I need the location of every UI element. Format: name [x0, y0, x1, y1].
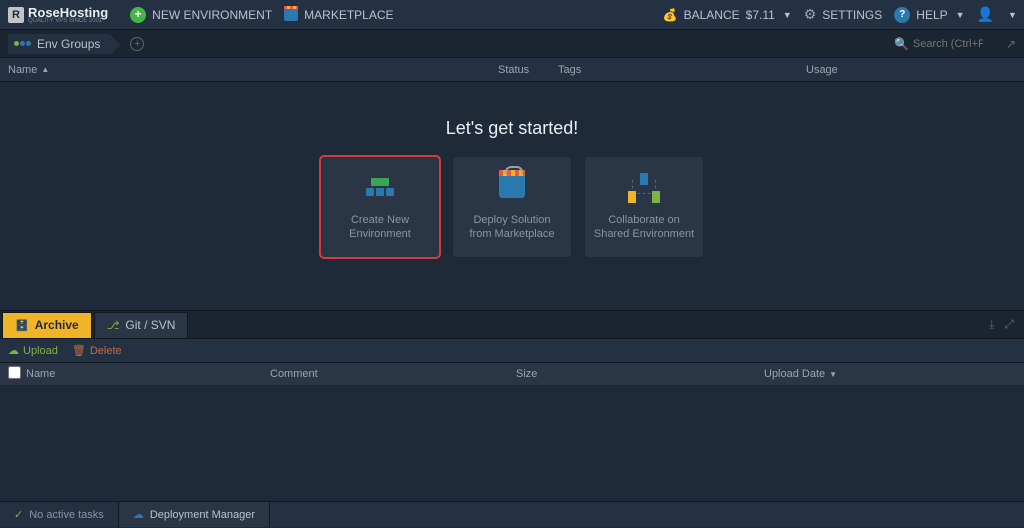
brand-tagline: QUALITY VPS SINCE 2001	[28, 18, 108, 24]
expand-icon[interactable]: ⤢	[1004, 317, 1014, 332]
top-bar: R RoseHosting QUALITY VPS SINCE 2001 + N…	[0, 0, 1024, 30]
popout-icon[interactable]: ↗	[1006, 37, 1016, 51]
column-dep-upload-date[interactable]: Upload Date ▼	[764, 368, 1016, 380]
card-deploy-marketplace[interactable]: Deploy Solutionfrom Marketplace	[453, 157, 571, 257]
marketplace-label: MARKETPLACE	[304, 8, 393, 22]
trash-icon: 🗑	[72, 344, 86, 357]
basket-icon	[496, 173, 528, 201]
money-bag-icon: 💰	[663, 8, 678, 22]
card-collaborate[interactable]: Collaborate onShared Environment	[585, 157, 703, 257]
marketplace-button[interactable]: MARKETPLACE	[284, 8, 393, 22]
settings-label: SETTINGS	[822, 8, 882, 22]
brand-logo: R RoseHosting QUALITY VPS SINCE 2001	[8, 5, 108, 24]
deployment-columns: Name Comment Size Upload Date ▼	[0, 363, 1024, 385]
column-dep-size[interactable]: Size	[516, 368, 764, 380]
upload-button[interactable]: ☁ Upload	[8, 344, 58, 357]
check-icon: ✓	[14, 508, 23, 521]
tab-archive[interactable]: 🗄️ Archive	[2, 312, 92, 338]
welcome-cards: Create NewEnvironment Deploy Solutionfro…	[321, 157, 703, 257]
select-all-checkbox[interactable]	[8, 366, 21, 379]
column-usage[interactable]: Usage	[806, 64, 1016, 76]
sort-asc-icon: ▲	[41, 65, 49, 74]
user-icon: 👤	[977, 6, 994, 23]
welcome-title: Let's get started!	[446, 118, 579, 139]
search-input[interactable]	[913, 38, 983, 50]
settings-button[interactable]: ⚙ SETTINGS	[804, 6, 883, 23]
help-label: HELP	[916, 8, 947, 22]
download-icon[interactable]: ⤓	[989, 317, 994, 332]
chevron-down-icon: ▼	[783, 10, 792, 20]
deployment-manager-tab[interactable]: ☁ Deployment Manager	[119, 502, 270, 527]
deployment-table-body	[0, 385, 1024, 501]
tasks-status[interactable]: ✓ No active tasks	[0, 502, 119, 527]
archive-icon: 🗄️	[15, 319, 29, 332]
tab-git-svn[interactable]: ⎇ Git / SVN	[94, 312, 189, 338]
card-label: Deploy Solutionfrom Marketplace	[470, 213, 555, 241]
column-dep-comment[interactable]: Comment	[270, 368, 516, 380]
search-box[interactable]: 🔍	[894, 37, 994, 51]
card-label: Create NewEnvironment	[349, 213, 411, 241]
deployment-tabs: 🗄️ Archive ⎇ Git / SVN ⤓ ⤢	[0, 311, 1024, 339]
balance-label: BALANCE	[684, 8, 740, 22]
cloud-icon: ☁	[133, 508, 144, 521]
env-groups-icon	[14, 41, 31, 46]
welcome-panel: Let's get started! Create NewEnvironment…	[0, 82, 1024, 310]
delete-button[interactable]: 🗑 Delete	[72, 344, 122, 357]
footer-bar: ✓ No active tasks ☁ Deployment Manager	[0, 501, 1024, 527]
env-columns-header: Name ▲ Status Tags Usage	[0, 58, 1024, 82]
branch-icon: ⎇	[107, 319, 120, 332]
card-create-environment[interactable]: Create NewEnvironment	[321, 157, 439, 257]
help-icon: ?	[894, 7, 910, 23]
deployment-toolbar: ☁ Upload 🗑 Delete	[0, 339, 1024, 363]
gear-icon: ⚙	[804, 6, 817, 23]
column-dep-name[interactable]: Name	[26, 368, 270, 380]
env-groups-label: Env Groups	[37, 37, 100, 51]
new-environment-button[interactable]: + NEW ENVIRONMENT	[130, 7, 272, 23]
column-tags[interactable]: Tags	[558, 64, 806, 76]
plus-circle-icon: +	[130, 7, 146, 23]
extra-menu-button[interactable]: ▼	[1006, 10, 1016, 20]
column-name[interactable]: Name ▲	[8, 64, 498, 76]
card-label: Collaborate onShared Environment	[594, 213, 694, 241]
help-button[interactable]: ? HELP ▼	[894, 7, 964, 23]
env-groups-tab[interactable]: Env Groups	[8, 34, 110, 54]
user-menu-button[interactable]: 👤	[977, 6, 994, 23]
add-env-group-button[interactable]: +	[130, 37, 144, 51]
sort-desc-icon: ▼	[829, 370, 837, 379]
environment-icon	[364, 173, 396, 201]
balance-value: $7.11	[746, 8, 775, 22]
search-icon: 🔍	[894, 37, 909, 51]
column-status[interactable]: Status	[498, 64, 558, 76]
cloud-upload-icon: ☁	[8, 344, 19, 357]
logo-icon: R	[8, 7, 24, 23]
balance-button[interactable]: 💰 BALANCE $7.11 ▼	[663, 8, 792, 22]
collaborate-icon	[628, 173, 660, 201]
new-env-label: NEW ENVIRONMENT	[152, 8, 272, 22]
deployment-panel: 🗄️ Archive ⎇ Git / SVN ⤓ ⤢ ☁ Upload 🗑 De…	[0, 310, 1024, 501]
chevron-down-icon: ▼	[956, 10, 965, 20]
marketplace-icon	[284, 9, 298, 21]
env-groups-bar: Env Groups + 🔍 ↗	[0, 30, 1024, 58]
chevron-down-icon: ▼	[1008, 10, 1017, 20]
